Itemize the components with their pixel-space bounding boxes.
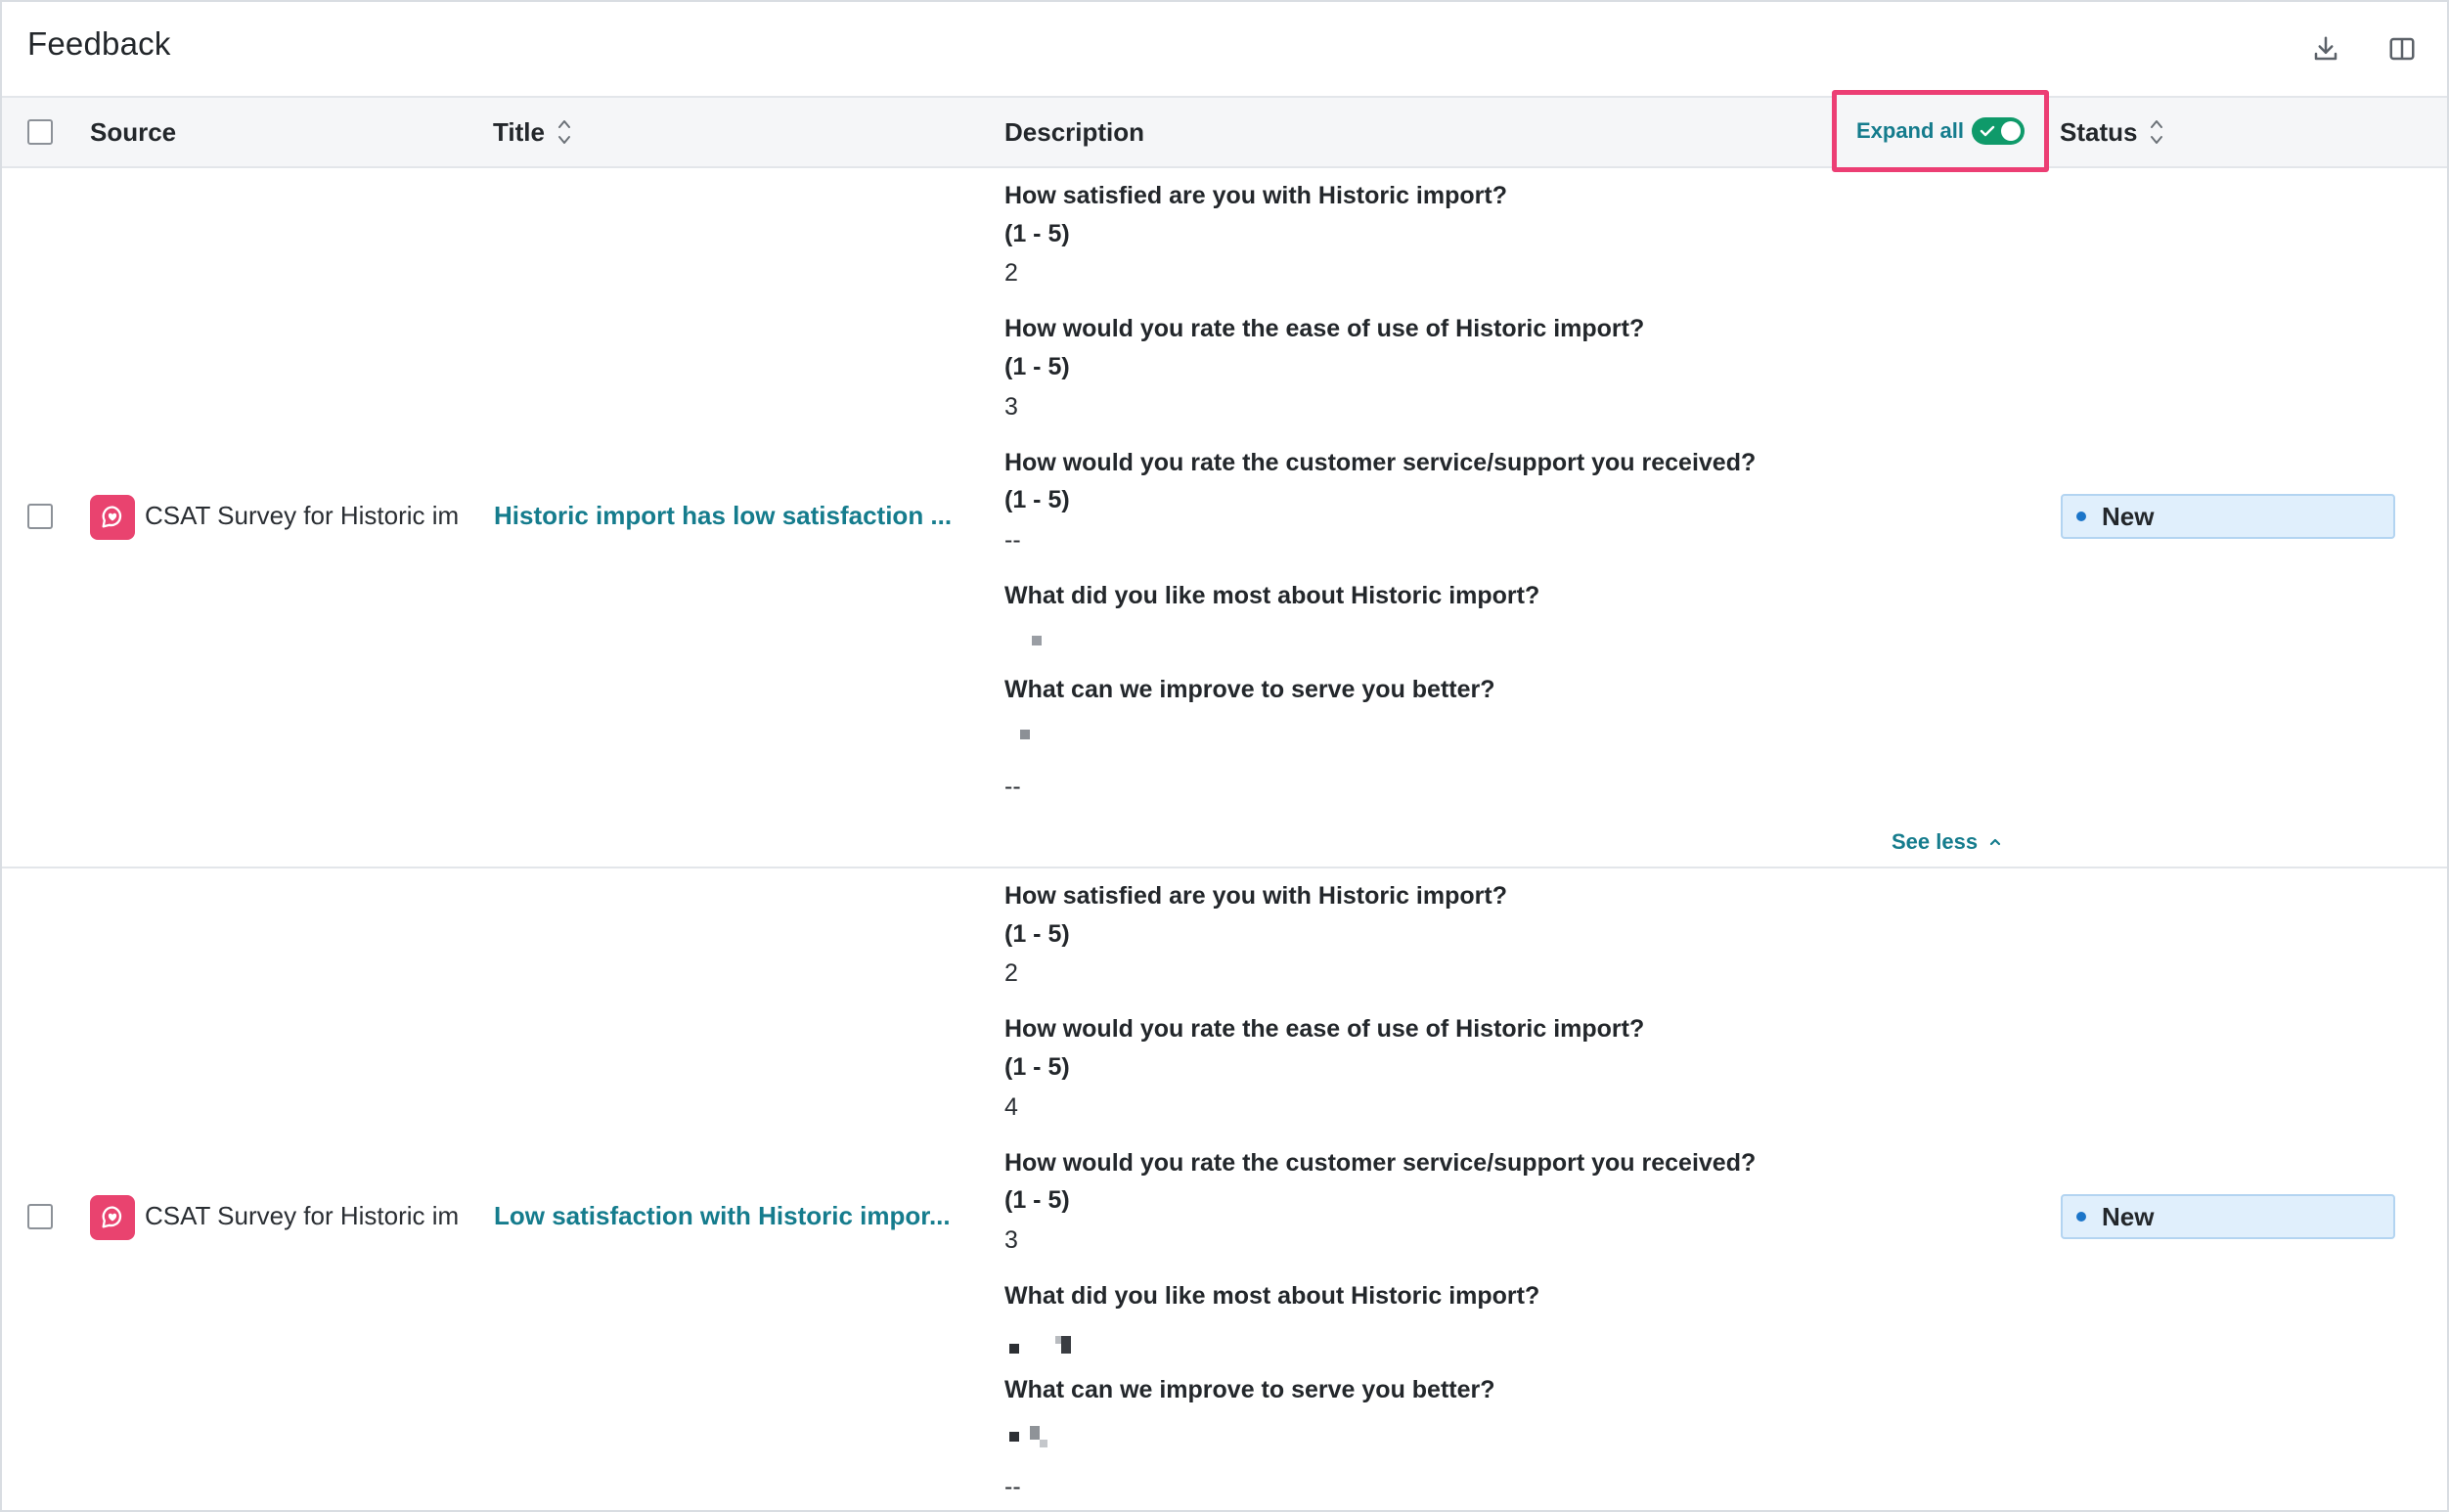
sort-icon[interactable]	[557, 115, 572, 149]
column-status[interactable]: Status	[2060, 98, 2164, 166]
panel-header: Feedback	[2, 2, 2447, 98]
question-text: How would you rate the ease of use of Hi…	[1004, 315, 1645, 342]
redacted-answer	[1055, 1336, 1061, 1344]
status-dot	[2076, 511, 2086, 521]
expand-all-label: Expand all	[1855, 118, 1965, 143]
column-status-label: Status	[2060, 116, 2138, 147]
answer-text: 2	[1004, 959, 1018, 987]
rating-scale: (1 - 5)	[1004, 486, 1070, 513]
see-less-label: See less	[1892, 829, 1979, 854]
select-all-checkbox[interactable]	[27, 119, 53, 145]
question-text: What can we improve to serve you better?	[1004, 676, 1495, 703]
redacted-answer	[1030, 1426, 1040, 1440]
question-text: How would you rate the ease of use of Hi…	[1004, 1015, 1645, 1043]
answer-text: 2	[1004, 259, 1018, 287]
question-text: How would you rate the customer service/…	[1004, 1149, 1757, 1177]
status-badge[interactable]: New	[2061, 1194, 2395, 1239]
table-header: Source Title Description Status	[2, 98, 2447, 168]
rating-scale: (1 - 5)	[1004, 920, 1070, 948]
redacted-answer	[1009, 1344, 1019, 1354]
redacted-answer	[1020, 730, 1030, 739]
question-text: How satisfied are you with Historic impo…	[1004, 882, 1507, 910]
column-description: Description	[1004, 116, 1145, 147]
page-title: Feedback	[27, 25, 171, 62]
answer-text: --	[1004, 773, 1021, 800]
chevron-up-icon	[1989, 838, 2001, 846]
question-text: How satisfied are you with Historic impo…	[1004, 182, 1507, 209]
status-dot	[2076, 1212, 2086, 1222]
answer-text: 3	[1004, 1226, 1018, 1254]
question-text: What did you like most about Historic im…	[1004, 582, 1540, 609]
row-checkbox[interactable]	[27, 1204, 53, 1229]
feedback-title-link[interactable]: Historic import has low satisfaction ...	[494, 501, 952, 531]
question-text: How would you rate the customer service/…	[1004, 449, 1757, 476]
redacted-answer	[1040, 1440, 1047, 1447]
question-text: What can we improve to serve you better?	[1004, 1376, 1495, 1403]
table-row[interactable]: CSAT Survey for Historic im Historic imp…	[2, 168, 2447, 867]
answer-text: --	[1004, 526, 1021, 554]
see-less-button[interactable]: See less	[1892, 829, 2003, 855]
feedback-title-link[interactable]: Low satisfaction with Historic impor...	[494, 1201, 951, 1231]
answer-text: --	[1004, 1473, 1021, 1500]
table-row[interactable]: CSAT Survey for Historic im Low satisfac…	[2, 868, 2447, 1510]
survey-icon	[90, 1195, 135, 1240]
status-label: New	[2102, 501, 2155, 531]
row-checkbox[interactable]	[27, 504, 53, 529]
redacted-answer	[1032, 636, 1042, 645]
answer-text: 4	[1004, 1093, 1018, 1121]
rating-scale: (1 - 5)	[1004, 1053, 1070, 1081]
redacted-answer	[1009, 1432, 1019, 1442]
status-label: New	[2102, 1201, 2155, 1231]
feedback-panel: Feedback Source Title Description Status	[0, 0, 2449, 1512]
rating-scale: (1 - 5)	[1004, 220, 1070, 247]
check-icon	[1980, 125, 1995, 137]
source-name: CSAT Survey for Historic im	[145, 1201, 460, 1230]
rating-scale: (1 - 5)	[1004, 353, 1070, 380]
column-title[interactable]: Title	[493, 98, 572, 166]
rating-scale: (1 - 5)	[1004, 1186, 1070, 1214]
status-badge[interactable]: New	[2061, 494, 2395, 539]
columns-icon[interactable]	[2382, 29, 2422, 68]
expand-all-toggle[interactable]	[1972, 117, 2026, 145]
column-source: Source	[90, 116, 177, 147]
survey-icon	[90, 495, 135, 540]
expand-all-control[interactable]: Expand all	[1832, 90, 2049, 172]
source-name: CSAT Survey for Historic im	[145, 501, 460, 530]
download-icon[interactable]	[2306, 29, 2345, 68]
sort-icon[interactable]	[2149, 115, 2164, 149]
column-title-label: Title	[493, 116, 545, 147]
toggle-knob	[2001, 121, 2022, 141]
question-text: What did you like most about Historic im…	[1004, 1282, 1540, 1310]
answer-text: 3	[1004, 393, 1018, 421]
redacted-answer	[1061, 1336, 1071, 1354]
